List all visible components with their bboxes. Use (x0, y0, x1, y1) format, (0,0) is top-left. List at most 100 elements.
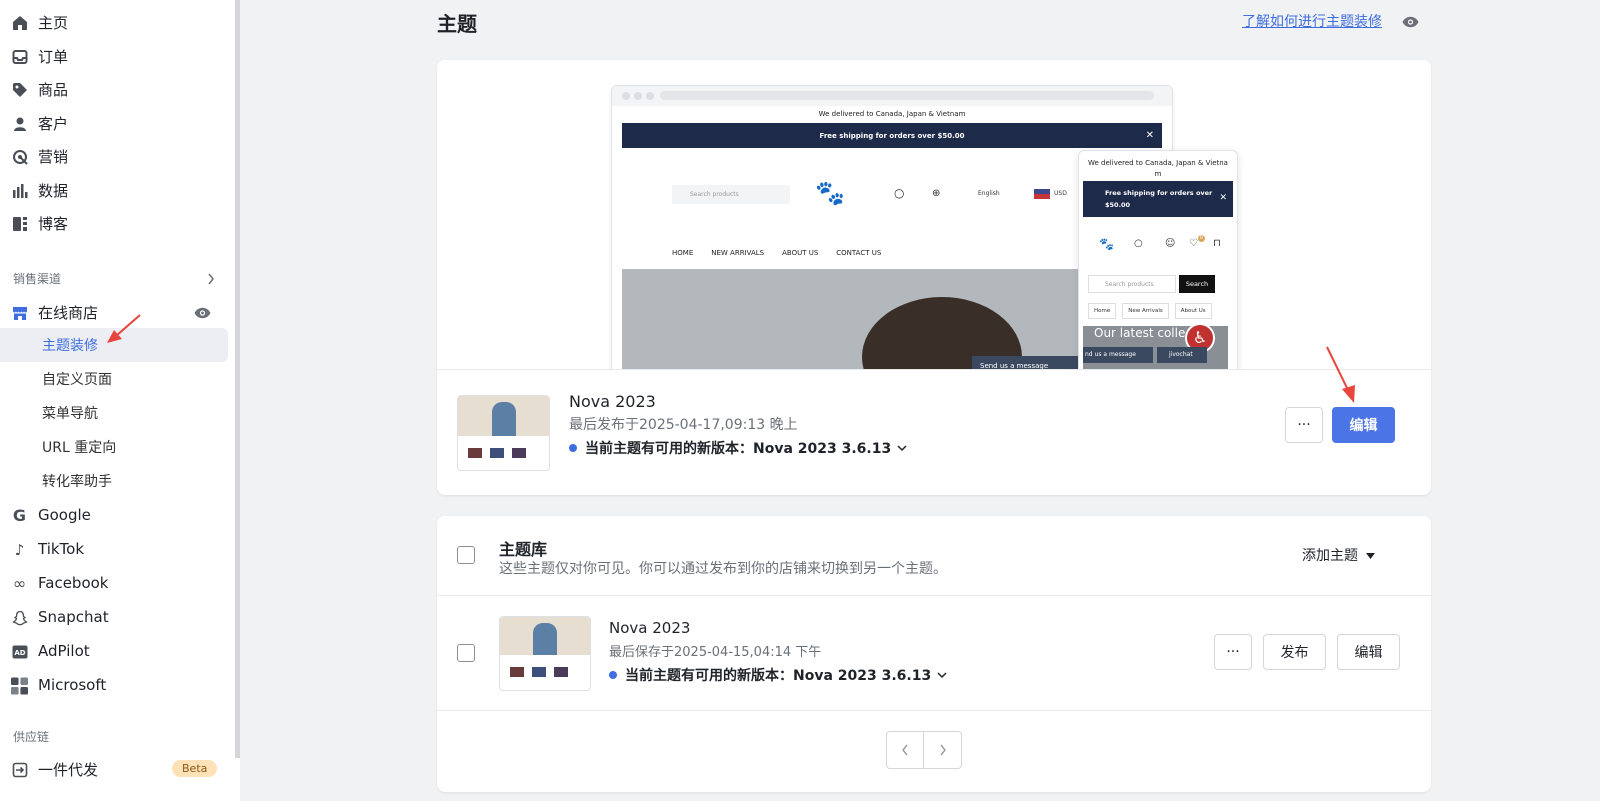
preview-nav-item: ABOUT US (782, 249, 819, 257)
mobile-nav-item: New Arrivals (1122, 303, 1169, 319)
sidebar-item-blog[interactable]: 博客 (0, 206, 228, 240)
mobile-send-message-text: nd us a message (1085, 351, 1136, 358)
sidebar-item-microsoft[interactable]: Microsoft (0, 668, 228, 702)
caret-down-icon (1366, 547, 1375, 563)
chevron-right-icon[interactable] (207, 270, 215, 289)
add-theme-dropdown[interactable]: 添加主题 (1302, 545, 1375, 565)
pagination (886, 731, 962, 769)
sidebar-item-menu-nav[interactable]: 菜单导航 (0, 396, 228, 430)
theme-preview[interactable]: We delivered to Canada, Japan & Vietnam … (437, 60, 1431, 370)
beta-badge: Beta (172, 760, 218, 777)
language-label: English (978, 190, 1000, 197)
svg-text:AD: AD (14, 649, 25, 657)
more-button[interactable]: ··· (1214, 634, 1252, 670)
sidebar-item-marketing[interactable]: 营销 (0, 139, 228, 173)
sidebar-item-facebook[interactable]: ∞ Facebook (0, 566, 228, 600)
edit-button[interactable]: 编辑 (1332, 407, 1395, 443)
sidebar-item-label: AdPilot (38, 642, 90, 660)
publish-button-label: 发布 (1280, 645, 1309, 661)
sidebar: 主页 订单 商品 客户 营销 数据 博客 销售渠道 在线商店 主题装修 自定义页… (0, 0, 240, 801)
mobile-nav-item: About Us (1174, 303, 1212, 319)
publish-button[interactable]: 发布 (1263, 634, 1326, 670)
current-theme-card: We delivered to Canada, Japan & Vietnam … (437, 60, 1431, 495)
more-icon: ··· (1297, 417, 1311, 433)
sidebar-item-conversion[interactable]: 转化率助手 (0, 464, 228, 498)
search-placeholder: Search products (690, 191, 739, 198)
preview-nav-item: CONTACT US (836, 249, 882, 257)
sidebar-item-label: Google (38, 506, 91, 524)
sidebar-item-label: 订单 (38, 47, 69, 66)
cart-icon: ⊓ (1213, 238, 1221, 249)
update-notice[interactable]: 当前主题有可用的新版本：Nova 2023 3.6.13 (569, 438, 907, 458)
sidebar-item-analytics[interactable]: 数据 (0, 173, 228, 207)
theme-library-card: 主题库 这些主题仅对你可见。你可以通过发布到你的店铺来切换到另一个主题。 添加主… (437, 516, 1431, 792)
sidebar-item-label: 客户 (38, 114, 69, 133)
select-all-checkbox[interactable] (457, 546, 475, 564)
library-title: 主题库 (499, 540, 548, 559)
send-message-widget: Send us a message (972, 356, 1082, 369)
mobile-announcement: We delivered to Canada, Japan & Vietna m (1088, 159, 1228, 178)
update-notice[interactable]: 当前主题有可用的新版本：Nova 2023 3.6.13 (609, 665, 947, 685)
mobile-nav-item: Home (1088, 303, 1117, 319)
sidebar-item-adpilot[interactable]: AD AdPilot (0, 634, 228, 668)
sidebar-item-label: Snapchat (38, 608, 109, 626)
mobile-banner-text: Our latest colle (1094, 326, 1186, 340)
theme-published-date: 最后发布于2025-04-17,09:13 晚上 (569, 417, 798, 433)
edit-button-label: 编辑 (1354, 645, 1383, 661)
sidebar-item-url-redirect[interactable]: URL 重定向 (0, 430, 228, 464)
sidebar-item-products[interactable]: 商品 (0, 72, 228, 106)
library-description: 这些主题仅对你可见。你可以通过发布到你的店铺来切换到另一个主题。 (499, 561, 947, 577)
chevron-left-icon (901, 741, 909, 760)
theme-thumbnail (457, 395, 550, 471)
sidebar-item-customers[interactable]: 客户 (0, 106, 228, 140)
row-checkbox[interactable] (457, 644, 475, 662)
currency-label: USD (1054, 190, 1067, 197)
update-notice-text: 当前主题有可用的新版本：Nova 2023 3.6.13 (585, 441, 892, 457)
import-icon (11, 761, 28, 778)
mobile-preview: We delivered to Canada, Japan & Vietna m… (1078, 150, 1238, 369)
sidebar-item-google[interactable]: G Google (0, 498, 228, 532)
sidebar-item-orders[interactable]: 订单 (0, 39, 228, 73)
mobile-search-button: Search (1179, 275, 1215, 293)
adpilot-icon: AD (11, 643, 28, 660)
close-icon: ✕ (1145, 130, 1154, 141)
sidebar-item-snapchat[interactable]: Snapchat (0, 600, 228, 634)
mobile-shipping-text: Free shipping for orders over $50.00 (1105, 189, 1213, 209)
google-icon: G (12, 506, 27, 525)
sidebar-item-label: 主题装修 (42, 338, 98, 354)
theme-thumbnail (499, 616, 591, 691)
sidebar-item-label: 商品 (38, 80, 69, 99)
annotation-arrow (107, 314, 141, 343)
eye-icon[interactable] (1402, 13, 1419, 32)
edit-button[interactable]: 编辑 (1337, 634, 1400, 670)
tiktok-icon: ♪ (14, 540, 25, 559)
chat-widget: jivochat (1157, 347, 1207, 363)
search-icon: ○ (894, 186, 905, 200)
main-content: 主题 了解如何进行主题装修 We delivered to Canada, Ja… (240, 0, 1600, 801)
mobile-nav: Home New Arrivals About Us (1088, 303, 1212, 319)
eye-icon[interactable] (194, 305, 211, 323)
prev-page-button[interactable] (886, 731, 924, 769)
account-icon: ☺ (1165, 238, 1176, 249)
divider (437, 595, 1431, 596)
sidebar-item-custom-pages[interactable]: 自定义页面 (0, 362, 228, 396)
inbox-icon (11, 48, 28, 65)
preview-nav-item: HOME (672, 249, 694, 257)
sidebar-item-dropship[interactable]: 一件代发 Beta (0, 752, 228, 786)
mobile-shipping-bar: Free shipping for orders over $50.00 ✕ (1083, 181, 1233, 217)
status-dot (569, 444, 577, 452)
sidebar-item-label: URL 重定向 (42, 440, 117, 456)
help-link[interactable]: 了解如何进行主题装修 (1242, 11, 1382, 31)
preview-nav-item: NEW ARRIVALS (711, 249, 765, 257)
chat-widget-text: jivochat (1169, 351, 1193, 358)
more-button[interactable]: ··· (1285, 407, 1323, 443)
sidebar-item-tiktok[interactable]: ♪ TikTok (0, 532, 228, 566)
theme-name: Nova 2023 (609, 619, 691, 637)
announcement-text: We delivered to Canada, Japan & Vietnam (818, 110, 966, 118)
annotation-arrow (1326, 346, 1355, 403)
sidebar-item-label: 一件代发 (38, 760, 99, 779)
sidebar-item-label: 博客 (38, 214, 69, 233)
sidebar-item-home[interactable]: 主页 (0, 5, 228, 39)
next-page-button[interactable] (924, 731, 962, 769)
page-title: 主题 (437, 12, 477, 36)
